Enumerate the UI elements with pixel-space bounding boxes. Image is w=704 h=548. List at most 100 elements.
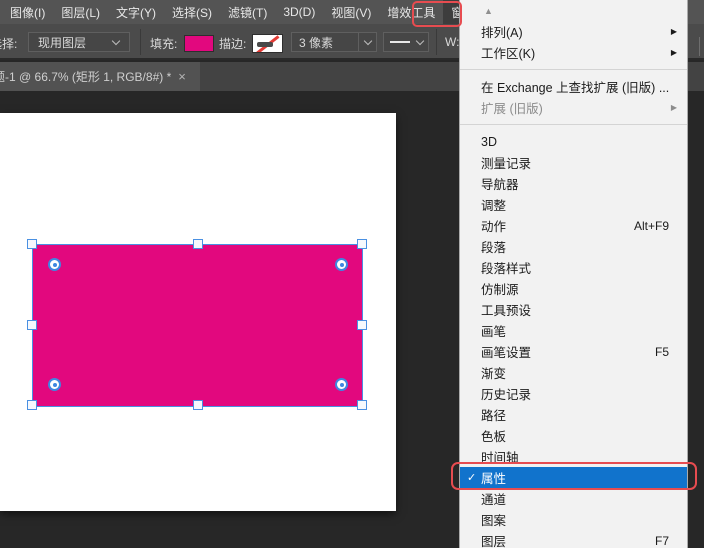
menu-item[interactable]: 段落 — [460, 236, 687, 257]
menu-item-label: 色板 — [481, 430, 507, 444]
menu-item[interactable]: 画笔设置 F5 — [460, 341, 687, 362]
transform-handle-top-center[interactable] — [193, 239, 203, 249]
check-icon: ✓ — [467, 472, 477, 484]
menu-item[interactable]: 段落样式 — [460, 257, 687, 278]
menu-item-label: 在 Exchange 上查找扩展 (旧版) ... — [481, 81, 670, 95]
menubar-item[interactable]: 文字(Y) — [108, 0, 164, 24]
menu-item-label: 属性 — [481, 472, 507, 486]
menu-item[interactable]: 工具预设 — [460, 299, 687, 320]
menu-item[interactable]: 画笔 — [460, 320, 687, 341]
transform-handle-bottom-center[interactable] — [193, 400, 203, 410]
transform-handle-middle-left[interactable] — [27, 320, 37, 330]
fill-color-swatch[interactable] — [184, 35, 214, 52]
transform-handle-bottom-left[interactable] — [27, 400, 37, 410]
menu-item[interactable]: 工作区(K) ▶ — [460, 42, 687, 63]
menu-item-label: 画笔 — [481, 325, 507, 339]
stroke-bar-icon — [257, 42, 273, 47]
menu-item[interactable]: 扩展 (旧版) ▶ — [460, 97, 687, 118]
document-tab-title: 题-1 @ 66.7% (矩形 1, RGB/8#) * — [0, 70, 172, 84]
scroll-up-icon: ▲ — [484, 5, 493, 16]
transform-handle-middle-right[interactable] — [357, 320, 367, 330]
menu-item[interactable]: 历史记录 — [460, 383, 687, 404]
menu-item-label: 排列(A) — [481, 26, 523, 40]
menu-item[interactable]: 调整 — [460, 194, 687, 215]
menu-item-label: 时间轴 — [481, 451, 519, 465]
menu-scroll-up[interactable]: ▲ — [460, 0, 687, 21]
tab-close-icon[interactable]: × — [178, 69, 186, 84]
options-separator — [436, 29, 437, 55]
menu-separator — [460, 63, 687, 76]
menu-item-label: 通道 — [481, 493, 507, 507]
menubar-item[interactable]: 增效工具 — [379, 0, 443, 24]
width-field-edge — [699, 37, 700, 56]
chevron-down-icon — [415, 36, 425, 45]
menu-item-shortcut: F7 — [654, 533, 669, 548]
radius-dot-icon — [339, 382, 344, 387]
chevron-down-icon — [363, 36, 372, 45]
menu-item-label: 调整 — [481, 199, 507, 213]
width-field-label: W: — [445, 35, 460, 49]
menu-item[interactable]: 仿制源 — [460, 278, 687, 299]
transform-handle-top-right[interactable] — [357, 239, 367, 249]
menu-item-shortcut: F5 — [654, 344, 669, 359]
menu-item-shortcut: Alt+F9 — [633, 218, 669, 233]
transform-handle-top-left[interactable] — [27, 239, 37, 249]
menu-item[interactable]: 动作 Alt+F9 — [460, 215, 687, 236]
menubar-item[interactable]: 图层(L) — [53, 0, 108, 24]
select-mode-dropdown[interactable]: 现用图层 — [28, 32, 130, 52]
menubar-item[interactable]: 选择(S) — [164, 0, 220, 24]
stroke-width-chevron-cell[interactable] — [358, 33, 376, 51]
document-canvas[interactable] — [0, 113, 396, 511]
menu-item[interactable]: ✓ 属性 — [460, 467, 687, 488]
menu-item-label: 3D — [481, 134, 497, 149]
menu-item-label: 动作 — [481, 220, 507, 234]
menu-item[interactable]: 在 Exchange 上查找扩展 (旧版) ... — [460, 76, 687, 97]
submenu-arrow-icon: ▶ — [670, 27, 677, 36]
menu-item[interactable]: 色板 — [460, 425, 687, 446]
stroke-width-value: 3 像素 — [299, 35, 334, 50]
menu-item-label: 图层 — [481, 535, 507, 548]
select-mode-value: 现用图层 — [38, 35, 87, 50]
menu-item[interactable]: 图层 F7 — [460, 530, 687, 548]
menu-item-label: 仿制源 — [481, 283, 519, 297]
menubar-item[interactable]: 视图(V) — [323, 0, 379, 24]
menu-item[interactable]: 渐变 — [460, 362, 687, 383]
corner-radius-control-top-left[interactable] — [48, 258, 61, 271]
menubar-item[interactable]: 图像(I) — [2, 0, 53, 24]
menu-item[interactable]: 路径 — [460, 404, 687, 425]
stroke-color-swatch[interactable] — [252, 34, 283, 53]
solid-line-icon — [390, 41, 410, 43]
menu-item[interactable]: 排列(A) ▶ — [460, 21, 687, 42]
corner-radius-control-top-right[interactable] — [335, 258, 348, 271]
menu-item-label: 段落 — [481, 241, 507, 255]
fill-label: 填充: — [150, 37, 178, 51]
transform-handle-bottom-right[interactable] — [357, 400, 367, 410]
menu-item[interactable]: 测量记录 — [460, 152, 687, 173]
select-mode-label: 选择: — [0, 37, 18, 51]
photoshop-window: 图像(I)图层(L)文字(Y)选择(S)滤镜(T)3D(D)视图(V)增效工具窗… — [0, 0, 704, 548]
menu-item[interactable]: 导航器 — [460, 173, 687, 194]
chevron-down-icon — [111, 36, 121, 45]
menu-item-label: 路径 — [481, 409, 507, 423]
stroke-width-dropdown[interactable]: 3 像素 — [291, 32, 377, 52]
corner-radius-control-bottom-left[interactable] — [48, 378, 61, 391]
corner-radius-control-bottom-right[interactable] — [335, 378, 348, 391]
selected-rectangle-shape[interactable] — [27, 239, 367, 410]
options-separator — [140, 29, 141, 55]
menu-item-label: 段落样式 — [481, 262, 532, 276]
menubar-item[interactable]: 3D(D) — [275, 0, 323, 24]
menu-item[interactable]: 图案 — [460, 509, 687, 530]
radius-dot-icon — [339, 262, 344, 267]
menu-item-label: 历史记录 — [481, 388, 532, 402]
menubar-item[interactable]: 滤镜(T) — [220, 0, 275, 24]
menu-item[interactable]: 3D — [460, 131, 687, 152]
document-tab[interactable]: 题-1 @ 66.7% (矩形 1, RGB/8#) * × — [0, 62, 200, 91]
menu-item-label: 工具预设 — [481, 304, 532, 318]
menu-item[interactable]: 通道 — [460, 488, 687, 509]
menu-separator — [460, 118, 687, 131]
stroke-style-dropdown[interactable] — [383, 32, 429, 52]
menu-item-label: 测量记录 — [481, 157, 532, 171]
menu-item-label: 图案 — [481, 514, 507, 528]
radius-dot-icon — [52, 262, 57, 267]
menu-item[interactable]: 时间轴 — [460, 446, 687, 467]
